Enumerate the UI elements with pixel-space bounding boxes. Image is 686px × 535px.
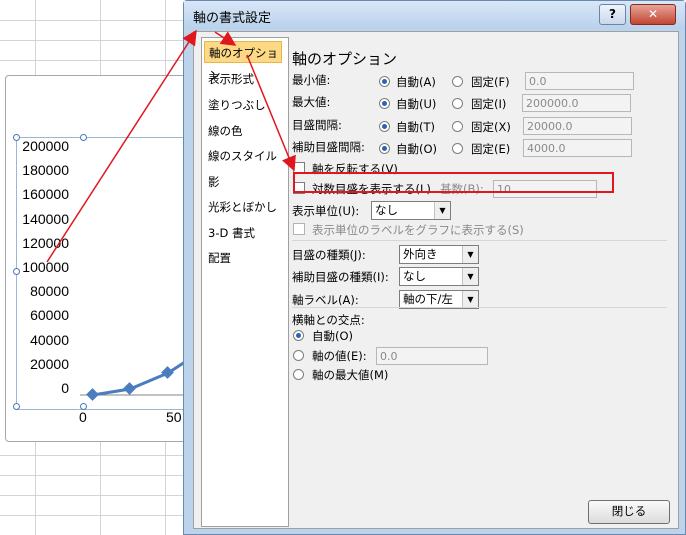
minor-auto-radio[interactable] [379, 143, 390, 154]
y-tick-label: 0 [61, 380, 69, 396]
y-tick-label: 180000 [22, 162, 69, 179]
min-label: 最小値: [292, 73, 331, 87]
grid-line [0, 495, 186, 496]
selection-handle[interactable] [13, 403, 20, 410]
window-close-button[interactable]: ✕ [630, 4, 676, 25]
min-fixed-radio[interactable] [452, 76, 463, 87]
chevron-down-icon: ▼ [434, 202, 450, 219]
nav-item-axis-options[interactable]: 軸のオプション [204, 41, 282, 82]
minor-tick-select[interactable]: なし ▼ [399, 267, 479, 286]
major-value-field[interactable]: 20000.0 [523, 117, 632, 135]
max-auto-radio[interactable] [379, 98, 390, 109]
axis-options-panel: 軸のオプション 最小値: 自動(A) 固定(F) 0.0 最大値: 自動(U) … [292, 37, 668, 487]
major-fixed-label: 固定(X) [471, 120, 511, 134]
separator [292, 240, 667, 241]
y-tick-label: 140000 [22, 210, 69, 227]
max-value-field[interactable]: 200000.0 [522, 94, 631, 112]
chevron-down-icon: ▼ [462, 291, 478, 308]
max-fixed-label: 固定(I) [471, 97, 507, 111]
dialog-titlebar[interactable]: 軸の書式設定 ? ✕ [184, 1, 685, 29]
grid-line [0, 455, 186, 456]
display-units-select[interactable]: なし ▼ [371, 201, 451, 220]
dialog-title: 軸の書式設定 [193, 11, 272, 26]
grid-line [0, 515, 186, 516]
crosses-max-label: 軸の最大値(M) [312, 368, 389, 382]
y-tick-label: 60000 [30, 307, 69, 324]
major-fixed-radio[interactable] [452, 121, 463, 132]
minor-auto-label: 自動(O) [396, 142, 438, 156]
close-dialog-button[interactable]: 閉じる [588, 500, 670, 524]
crosses-value-field[interactable]: 0.0 [376, 347, 488, 365]
y-tick-label: 160000 [22, 186, 69, 203]
min-fixed-label: 固定(F) [471, 75, 510, 89]
y-tick-label: 100000 [22, 259, 69, 275]
crosses-max-radio[interactable] [293, 369, 304, 380]
minor-fixed-label: 固定(E) [471, 142, 511, 156]
x-tick-label: 0 [79, 409, 87, 425]
grid-line [0, 20, 186, 21]
x-tick-label: 50 [166, 409, 182, 425]
chevron-down-icon: ▼ [462, 246, 478, 263]
minor-tick-label: 補助目盛の種類(I): [292, 270, 389, 284]
min-value-field[interactable]: 0.0 [525, 72, 634, 90]
major-tick-value: 外向き [403, 247, 438, 261]
chevron-down-icon: ▼ [462, 268, 478, 285]
grid-line [0, 40, 186, 41]
minor-fixed-radio[interactable] [452, 143, 463, 154]
grid-line [0, 475, 186, 476]
y-tick-label: 80000 [30, 283, 69, 300]
max-fixed-radio[interactable] [452, 98, 463, 109]
nav-item-line-color[interactable]: 線の色 [204, 120, 286, 142]
close-icon: ✕ [647, 7, 659, 21]
y-tick-label: 40000 [30, 331, 69, 348]
nav-item-line-style[interactable]: 線のスタイル [204, 145, 286, 167]
highlight-box [293, 172, 614, 193]
help-button[interactable]: ? [599, 4, 626, 25]
max-label: 最大値: [292, 95, 331, 109]
major-auto-label: 自動(T) [396, 120, 435, 134]
min-auto-label: 自動(A) [396, 75, 436, 89]
format-axis-dialog: 軸の書式設定 ? ✕ 軸のオプション 表示形式 塗りつぶし 線の色 線のスタイル… [183, 0, 686, 535]
major-auto-radio[interactable] [379, 121, 390, 132]
minor-unit-label: 補助目盛間隔: [292, 140, 365, 154]
display-units-label: 表示単位(U): [292, 204, 360, 218]
crosses-title: 横軸との交点: [292, 313, 365, 327]
dialog-body: 軸のオプション 表示形式 塗りつぶし 線の色 線のスタイル 影 光彩とぼかし 3… [193, 31, 679, 529]
major-unit-label: 目盛間隔: [292, 118, 342, 132]
separator [292, 307, 667, 308]
min-auto-radio[interactable] [379, 76, 390, 87]
grid-line [0, 60, 186, 61]
crosses-auto-label: 自動(O) [312, 329, 354, 343]
crosses-value-radio[interactable] [293, 350, 304, 361]
show-units-label: 表示単位のラベルをグラフに表示する(S) [312, 223, 524, 237]
major-tick-select[interactable]: 外向き ▼ [399, 245, 479, 264]
show-units-checkbox[interactable] [293, 223, 305, 235]
category-list: 軸のオプション 表示形式 塗りつぶし 線の色 線のスタイル 影 光彩とぼかし 3… [201, 37, 289, 527]
crosses-value-label: 軸の値(E): [312, 349, 367, 363]
nav-item-3d-format[interactable]: 3-D 書式 [204, 222, 286, 244]
nav-item-fill[interactable]: 塗りつぶし [204, 94, 286, 116]
display-units-value: なし [375, 203, 398, 217]
axis-labels-label: 軸ラベル(A): [292, 293, 359, 307]
minor-value-field[interactable]: 4000.0 [523, 139, 632, 157]
axis-labels-value: 軸の下/左 [403, 292, 453, 306]
max-auto-label: 自動(U) [396, 97, 437, 111]
nav-item-glow[interactable]: 光彩とぼかし [204, 196, 286, 218]
y-tick-label: 200000 [22, 138, 69, 154]
nav-item-number[interactable]: 表示形式 [204, 68, 286, 90]
selection-handle[interactable] [80, 134, 87, 141]
nav-item-shadow[interactable]: 影 [204, 171, 286, 193]
minor-tick-value: なし [403, 269, 426, 283]
nav-item-alignment[interactable]: 配置 [204, 247, 286, 269]
y-tick-label: 120000 [22, 234, 69, 251]
section-title: 軸のオプション [292, 50, 398, 68]
crosses-auto-radio[interactable] [293, 330, 304, 341]
y-tick-label: 20000 [30, 355, 69, 372]
major-tick-label: 目盛の種類(J): [292, 248, 366, 262]
